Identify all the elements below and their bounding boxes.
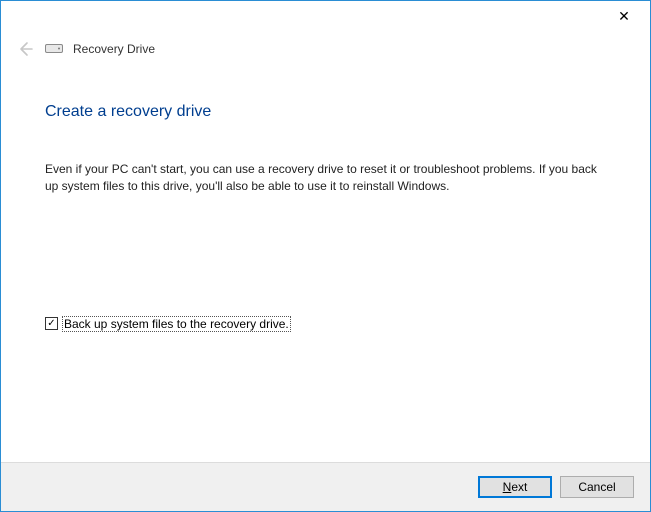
back-button[interactable]: [15, 39, 35, 59]
next-button[interactable]: Next: [478, 476, 552, 498]
dialog-window: ✕ Recovery Drive Create a recovery drive…: [0, 0, 651, 512]
dialog-footer: Next Cancel: [1, 462, 650, 511]
cancel-button[interactable]: Cancel: [560, 476, 634, 498]
header-row: Recovery Drive: [1, 31, 650, 59]
close-icon: ✕: [618, 8, 630, 25]
backup-option-row: ✓ Back up system files to the recovery d…: [45, 316, 606, 332]
backup-checkbox-label[interactable]: Back up system files to the recovery dri…: [62, 316, 291, 332]
titlebar: ✕: [1, 1, 650, 31]
page-description: Even if your PC can't start, you can use…: [45, 161, 605, 196]
wizard-title: Recovery Drive: [73, 42, 155, 56]
content-area: Create a recovery drive Even if your PC …: [1, 59, 650, 462]
check-icon: ✓: [47, 319, 55, 329]
next-accel: N: [503, 480, 512, 494]
page-heading: Create a recovery drive: [45, 103, 606, 121]
drive-icon: [45, 43, 63, 55]
close-button[interactable]: ✕: [604, 3, 644, 29]
back-arrow-icon: [16, 40, 34, 58]
next-rest: ext: [511, 480, 527, 494]
backup-checkbox[interactable]: ✓: [45, 317, 58, 330]
